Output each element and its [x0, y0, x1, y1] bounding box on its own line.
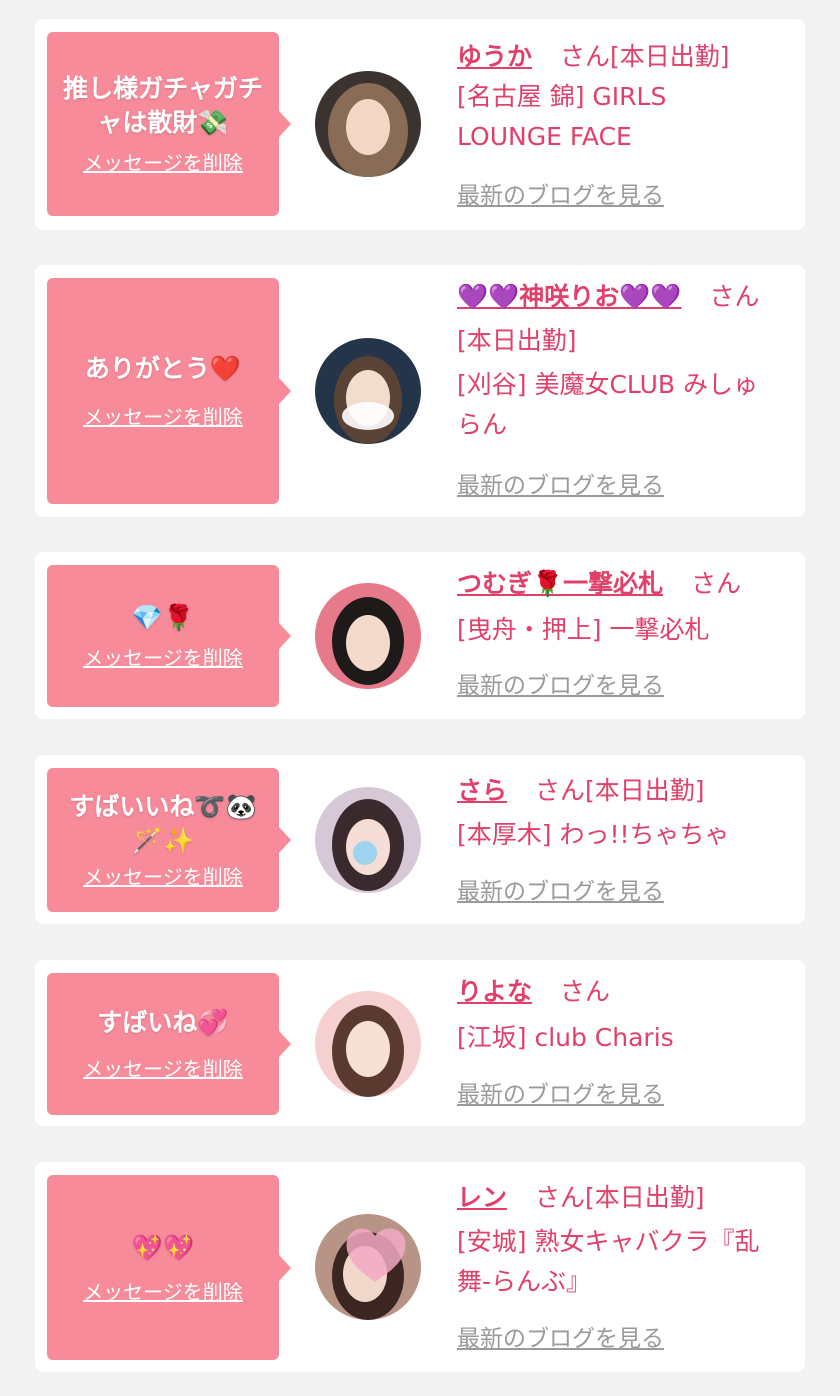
avatar-image — [315, 583, 421, 689]
message-card: ありがとう❤️ メッセージを削除 💜💜神咲りお💜💜 さん [本日出勤] [刈谷]… — [35, 265, 805, 517]
shop-line: 舞-らんぶ』 — [457, 1267, 592, 1296]
honorific: さん — [559, 42, 610, 71]
message-line: すばいいね➰🐼 — [69, 792, 257, 821]
avatar[interactable] — [315, 991, 421, 1097]
honorific: さん — [559, 977, 610, 1006]
name-row: 💜💜神咲りお💜💜 さん — [457, 277, 793, 317]
delete-message-link[interactable]: メッセージを削除 — [83, 864, 243, 890]
latest-blog-link[interactable]: 最新のブログを見る — [457, 877, 664, 907]
favorite-message-list: 推し様ガチャガチ ャは散財💸 メッセージを削除 ゆうか さん[本日出勤] [名古… — [0, 0, 840, 1396]
message-text: 推し様ガチャガチ ャは散財💸 — [63, 72, 263, 140]
message-line: 💖💖 — [131, 1232, 195, 1262]
girl-name-link[interactable]: さら — [457, 776, 507, 805]
shop-line: [名古屋 錦] GIRLS — [457, 82, 667, 111]
message-card: すばいね💞 メッセージを削除 りよな さん [江坂] club Charis 最… — [35, 960, 805, 1126]
message-line: 💎🌹 — [131, 603, 195, 632]
profile-info: りよな さん [江坂] club Charis — [457, 972, 793, 1058]
message-text: 💖💖 — [132, 1231, 194, 1265]
message-line: ャは散財💸 — [97, 108, 229, 137]
honorific: さん — [534, 776, 585, 805]
avatar[interactable] — [315, 583, 421, 689]
latest-blog-link[interactable]: 最新のブログを見る — [457, 1080, 664, 1110]
delete-message-link[interactable]: メッセージを削除 — [83, 1279, 243, 1305]
shop-name: [安城] 熟女キャバクラ『乱 舞-らんぶ』 — [457, 1222, 793, 1302]
shop-line: らん — [457, 410, 508, 439]
profile-info: つむぎ🌹一撃必札 さん [曳舟・押上] 一撃必札 — [457, 564, 793, 650]
shop-name: [曳舟・押上] 一撃必札 — [457, 610, 793, 650]
shop-line: [刈谷] 美魔女CLUB みしゅ — [457, 370, 758, 399]
avatar-image — [315, 991, 421, 1097]
latest-blog-link[interactable]: 最新のブログを見る — [457, 1324, 664, 1354]
attendance-status: [本日出勤] — [609, 42, 730, 71]
message-line: すばいね💞 — [97, 1008, 229, 1037]
shop-line: [曳舟・押上] 一撃必札 — [457, 615, 710, 644]
message-bubble: ありがとう❤️ メッセージを削除 — [47, 278, 291, 504]
name-row: つむぎ🌹一撃必札 さん — [457, 564, 793, 604]
message-bubble: 推し様ガチャガチ ャは散財💸 メッセージを削除 — [47, 32, 291, 216]
honorific: さん — [709, 282, 760, 311]
delete-message-link[interactable]: メッセージを削除 — [83, 404, 243, 430]
message-card: 推し様ガチャガチ ャは散財💸 メッセージを削除 ゆうか さん[本日出勤] [名古… — [35, 19, 805, 230]
honorific: さん — [534, 1183, 585, 1212]
shop-line: [本厚木] わっ!!ちゃちゃ — [457, 820, 730, 849]
avatar[interactable] — [315, 1214, 421, 1320]
girl-name-link[interactable]: ゆうか — [457, 42, 532, 71]
message-bubble: 💖💖 メッセージを削除 — [47, 1175, 291, 1360]
name-row: りよな さん — [457, 972, 793, 1012]
girl-name-link[interactable]: りよな — [457, 977, 532, 1006]
message-line: 🪄✨ — [131, 826, 195, 855]
shop-line: LOUNGE FACE — [457, 122, 632, 151]
attendance-status: [本日出勤] — [584, 776, 705, 805]
avatar[interactable] — [315, 71, 421, 177]
shop-line: [江坂] club Charis — [457, 1023, 674, 1052]
latest-blog-link[interactable]: 最新のブログを見る — [457, 671, 664, 701]
name-row: レン さん[本日出勤] — [457, 1178, 793, 1218]
delete-message-link[interactable]: メッセージを削除 — [83, 645, 243, 671]
latest-blog-link[interactable]: 最新のブログを見る — [457, 181, 664, 211]
message-card: 💎🌹 メッセージを削除 つむぎ🌹一撃必札 さん [曳舟・押上] 一撃必札 最新の… — [35, 552, 805, 719]
avatar-image — [315, 71, 421, 177]
girl-name-link[interactable]: つむぎ🌹一撃必札 — [457, 569, 663, 598]
girl-name-link[interactable]: レン — [457, 1183, 507, 1212]
message-text: 💎🌹 — [132, 601, 194, 635]
shop-name: [本厚木] わっ!!ちゃちゃ — [457, 815, 793, 855]
avatar-image — [315, 787, 421, 893]
honorific: さん — [691, 569, 742, 598]
attendance-status: [本日出勤] — [584, 1183, 705, 1212]
message-bubble: 💎🌹 メッセージを削除 — [47, 565, 291, 707]
avatar[interactable] — [315, 338, 421, 444]
message-line: 推し様ガチャガチ — [63, 74, 263, 103]
message-text: すばいね💞 — [97, 1006, 228, 1040]
name-row: さら さん[本日出勤] — [457, 771, 793, 811]
shop-name: [江坂] club Charis — [457, 1018, 793, 1058]
message-card: 💖💖 メッセージを削除 レン さん[本日出勤] [安城] 熟女キャバクラ『乱 舞… — [35, 1162, 805, 1372]
attendance-status: [本日出勤] — [457, 326, 577, 355]
message-text: すばいいね➰🐼 🪄✨ — [69, 790, 256, 858]
message-bubble: すばいね💞 メッセージを削除 — [47, 973, 291, 1115]
profile-info: さら さん[本日出勤] [本厚木] わっ!!ちゃちゃ — [457, 771, 793, 855]
shop-name: [刈谷] 美魔女CLUB みしゅ らん — [457, 365, 793, 445]
message-text: ありがとう❤️ — [85, 352, 241, 386]
delete-message-link[interactable]: メッセージを削除 — [83, 1056, 243, 1082]
profile-info: レン さん[本日出勤] [安城] 熟女キャバクラ『乱 舞-らんぶ』 — [457, 1178, 793, 1302]
profile-info: ゆうか さん[本日出勤] [名古屋 錦] GIRLS LOUNGE FACE — [457, 37, 793, 157]
delete-message-link[interactable]: メッセージを削除 — [83, 150, 243, 176]
shop-line: [安城] 熟女キャバクラ『乱 — [457, 1227, 760, 1256]
latest-blog-link[interactable]: 最新のブログを見る — [457, 471, 664, 501]
message-bubble: すばいいね➰🐼 🪄✨ メッセージを削除 — [47, 768, 291, 912]
profile-info: 💜💜神咲りお💜💜 さん [本日出勤] [刈谷] 美魔女CLUB みしゅ らん — [457, 277, 793, 445]
girl-name-link[interactable]: 💜💜神咲りお💜💜 — [457, 282, 682, 311]
name-row: ゆうか さん[本日出勤] — [457, 37, 793, 77]
avatar-image — [315, 338, 421, 444]
avatar-image — [315, 1214, 421, 1320]
message-card: すばいいね➰🐼 🪄✨ メッセージを削除 さら さん[本日出勤] [本厚木] わっ… — [35, 755, 805, 924]
message-line: ありがとう❤️ — [84, 354, 242, 383]
avatar[interactable] — [315, 787, 421, 893]
shop-name: [名古屋 錦] GIRLS LOUNGE FACE — [457, 77, 793, 157]
